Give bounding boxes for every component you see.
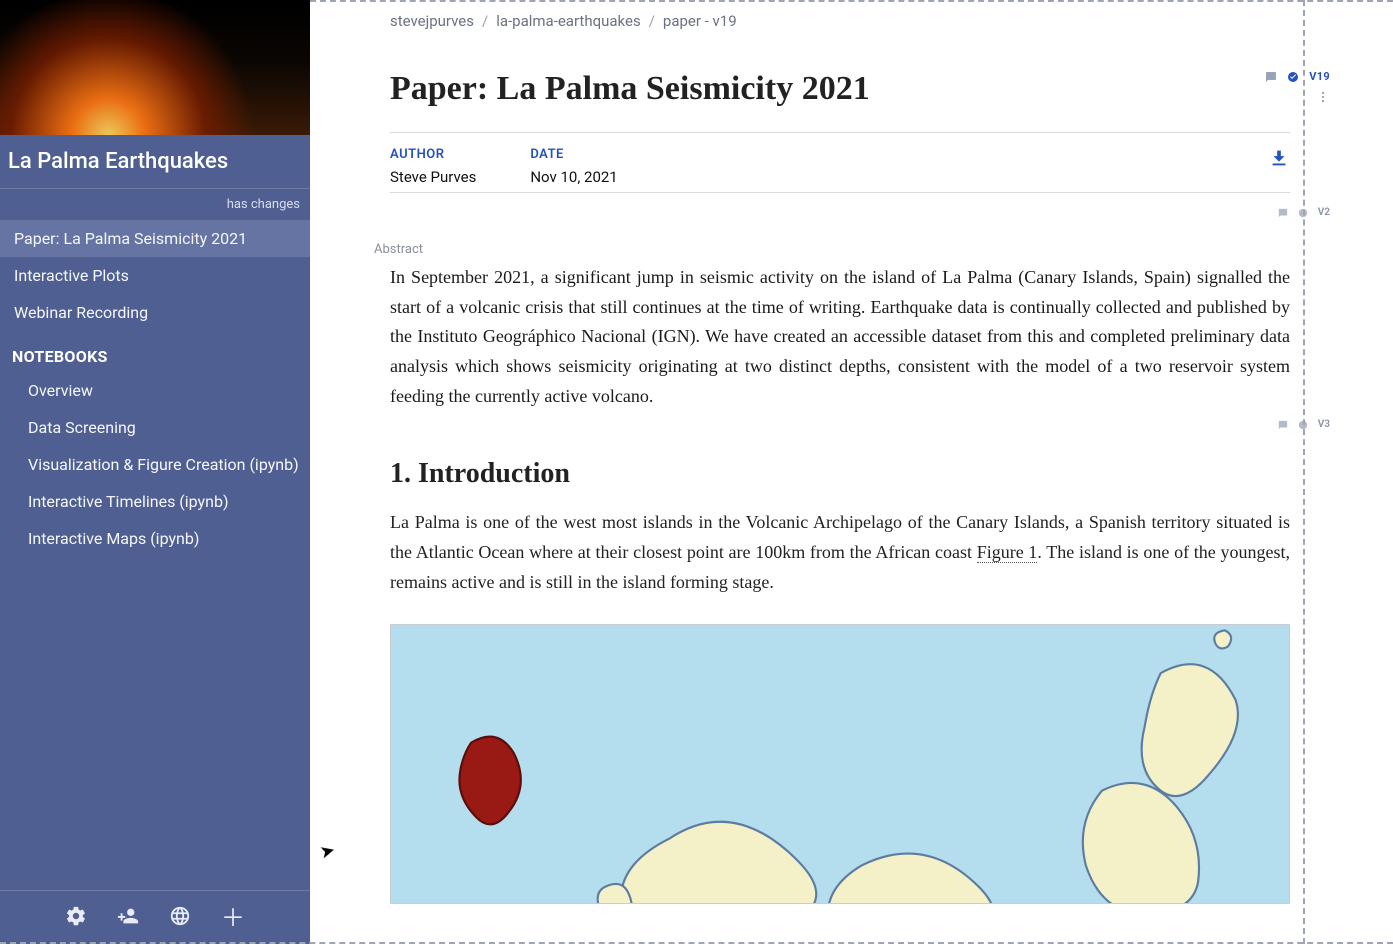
- date-label: DATE: [530, 147, 617, 162]
- divider: [390, 192, 1290, 193]
- check-icon[interactable]: [1298, 420, 1308, 430]
- plus-icon[interactable]: ＋: [221, 906, 245, 930]
- divider: [390, 132, 1290, 133]
- block-version[interactable]: V2: [1318, 207, 1330, 218]
- notebook-maps[interactable]: Interactive Maps (ipynb): [0, 520, 310, 557]
- version-controls: V19: [1265, 70, 1330, 108]
- author-name: Steve Purves: [390, 168, 476, 186]
- figure-1-map: [390, 624, 1290, 904]
- globe-icon[interactable]: [169, 905, 191, 931]
- sidebar: La Palma Earthquakes has changes Paper: …: [0, 0, 310, 944]
- download-icon[interactable]: [1268, 147, 1290, 173]
- share-person-icon[interactable]: [117, 905, 139, 931]
- comment-icon[interactable]: [1278, 208, 1288, 218]
- comment-icon[interactable]: [1265, 71, 1277, 83]
- breadcrumb-project[interactable]: la-palma-earthquakes: [496, 12, 640, 30]
- section-1-heading: 1. Introduction: [390, 458, 1290, 490]
- notebook-list: Overview Data Screening Visualization & …: [0, 372, 310, 557]
- nav-list: Paper: La Palma Seismicity 2021 Interact…: [0, 220, 310, 331]
- block-annotation: V2: [390, 207, 1330, 218]
- notebook-data-screening[interactable]: Data Screening: [0, 409, 310, 446]
- figure-ref-link[interactable]: Figure 1: [977, 542, 1038, 563]
- page-title: Paper: La Palma Seismicity 2021: [390, 70, 870, 108]
- comment-icon[interactable]: [1278, 420, 1288, 430]
- breadcrumb: stevejpurves / la-palma-earthquakes / pa…: [390, 8, 1290, 70]
- breadcrumb-sep-icon: /: [482, 12, 488, 30]
- changes-status: has changes: [0, 189, 310, 220]
- sidebar-footer: ＋: [0, 890, 310, 944]
- nav-item-interactive-plots[interactable]: Interactive Plots: [0, 257, 310, 294]
- version-badge[interactable]: V19: [1309, 70, 1330, 83]
- meta-row: AUTHOR Steve Purves DATE Nov 10, 2021: [390, 147, 1290, 186]
- gear-icon[interactable]: [65, 905, 87, 931]
- notebook-visualization[interactable]: Visualization & Figure Creation (ipynb): [0, 446, 310, 483]
- author-label: AUTHOR: [390, 147, 476, 162]
- breadcrumb-sep-icon: /: [649, 12, 655, 30]
- intro-paragraph: La Palma is one of the west most islands…: [390, 508, 1290, 597]
- main-content: stevejpurves / la-palma-earthquakes / pa…: [310, 0, 1393, 944]
- author-block: AUTHOR Steve Purves: [390, 147, 476, 186]
- date-block: DATE Nov 10, 2021: [530, 147, 617, 186]
- notebook-timelines[interactable]: Interactive Timelines (ipynb): [0, 483, 310, 520]
- breadcrumb-paper[interactable]: paper - v19: [663, 12, 737, 30]
- block-annotation: V3: [390, 419, 1330, 430]
- abstract-label: Abstract: [374, 242, 1290, 257]
- breadcrumb-user[interactable]: stevejpurves: [390, 12, 474, 30]
- more-menu-icon[interactable]: [1316, 89, 1330, 108]
- notebook-overview[interactable]: Overview: [0, 372, 310, 409]
- block-version[interactable]: V3: [1318, 419, 1330, 430]
- nav-item-paper[interactable]: Paper: La Palma Seismicity 2021: [0, 220, 310, 257]
- nav-item-webinar[interactable]: Webinar Recording: [0, 294, 310, 331]
- check-icon[interactable]: [1298, 208, 1308, 218]
- date-value: Nov 10, 2021: [530, 168, 617, 186]
- nav-section-notebooks: NOTEBOOKS: [0, 331, 310, 372]
- project-hero-image: [0, 0, 310, 135]
- check-badge-icon[interactable]: [1287, 71, 1299, 83]
- abstract-text: In September 2021, a significant jump in…: [390, 263, 1290, 411]
- project-title[interactable]: La Palma Earthquakes: [0, 135, 310, 189]
